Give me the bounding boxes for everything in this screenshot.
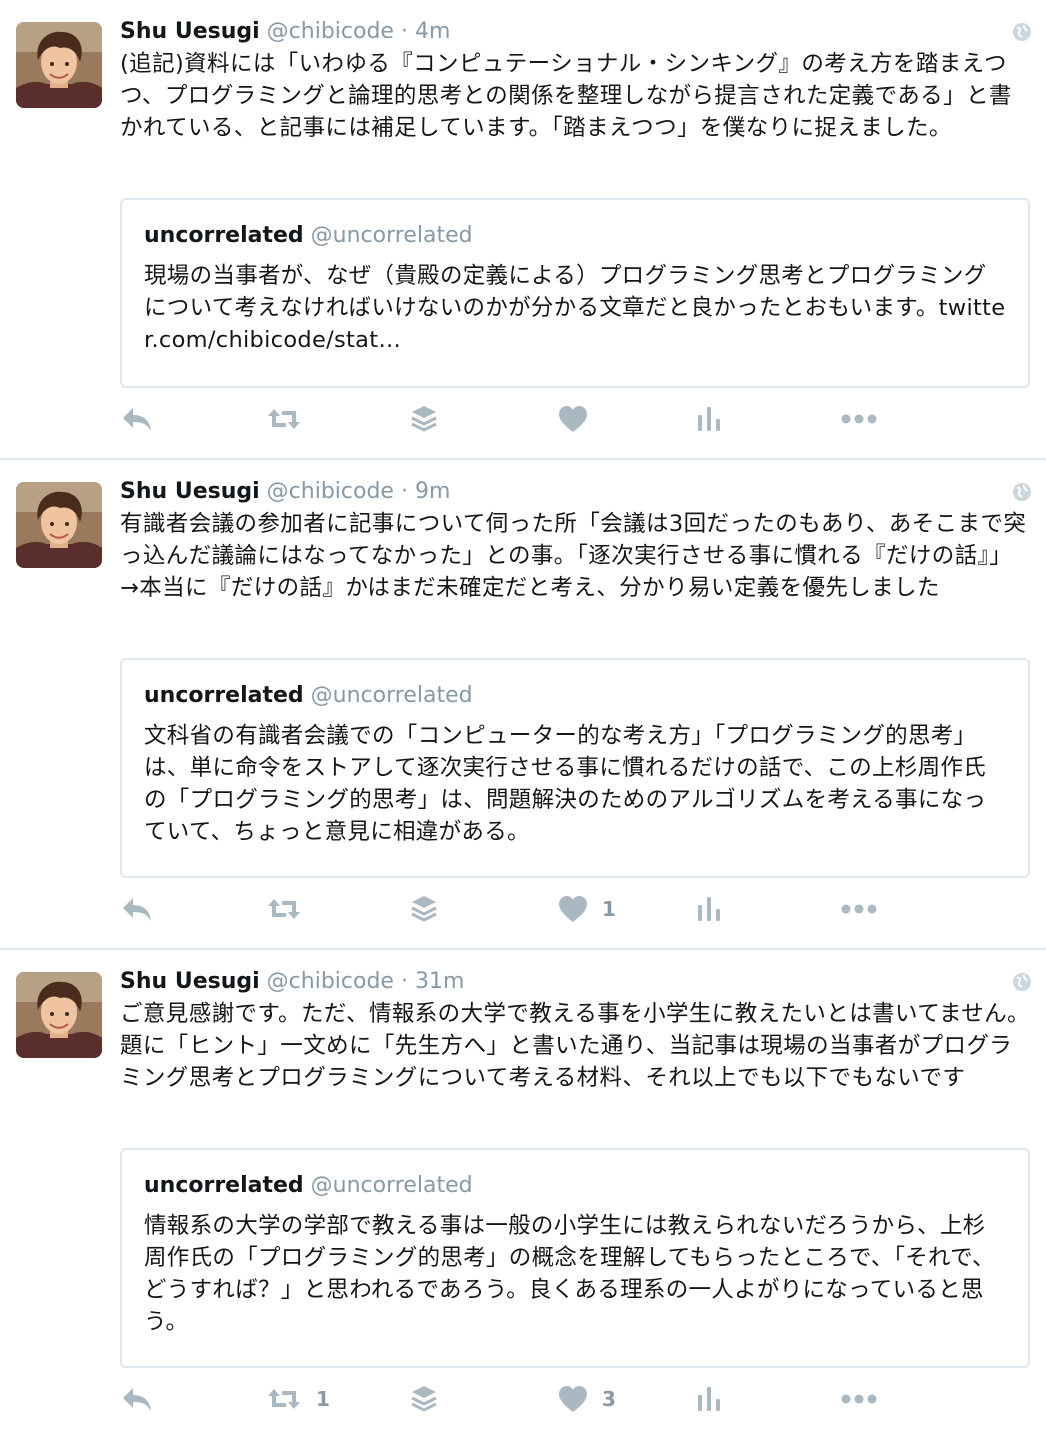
quoted-author-handle: @uncorrelated: [310, 1173, 473, 1198]
reply-button[interactable]: [120, 889, 154, 929]
tweet-actions: 13: [120, 1379, 1000, 1419]
author-name[interactable]: Shu Uesugi: [120, 969, 260, 994]
stack-icon: [410, 1384, 438, 1414]
quoted-author-handle: @uncorrelated: [310, 223, 473, 248]
quoted-tweet-header: uncorrelated @uncorrelated: [144, 220, 473, 252]
analytics-button[interactable]: [696, 399, 722, 439]
like-count: 1: [602, 897, 616, 921]
avatar-photo: [16, 22, 102, 108]
tweet-text: ご意見感謝です。ただ、情報系の大学で教える事を小学生に教えたいとは書いてません。…: [120, 1001, 1030, 1091]
tweet-header: Shu Uesugi @chibicode · 9m: [120, 476, 450, 508]
reply-button[interactable]: [120, 1379, 154, 1419]
timestamp[interactable]: 9m: [415, 479, 450, 504]
globe-icon: [1012, 482, 1032, 502]
more-icon: [840, 903, 878, 915]
retweet-button[interactable]: [266, 399, 316, 439]
analytics-icon: [696, 405, 722, 433]
avatar[interactable]: [16, 22, 102, 108]
reply-icon: [120, 895, 154, 923]
separator-dot: ·: [400, 19, 408, 44]
reply-button[interactable]: [120, 399, 154, 439]
quoted-author-name: uncorrelated: [144, 1173, 304, 1198]
analytics-button[interactable]: [696, 1379, 722, 1419]
author-name[interactable]: Shu Uesugi: [120, 479, 260, 504]
avatar-photo: [16, 482, 102, 568]
separator-dot: ·: [400, 969, 408, 994]
like-button[interactable]: [558, 399, 602, 439]
analytics-icon: [696, 1385, 722, 1413]
quoted-tweet[interactable]: uncorrelated @uncorrelated 現場の当事者が、なぜ（貴殿の…: [120, 198, 1030, 388]
quoted-author-name: uncorrelated: [144, 223, 304, 248]
quoted-tweet-header: uncorrelated @uncorrelated: [144, 680, 473, 712]
heart-icon: [558, 895, 588, 923]
stack-button[interactable]: [410, 399, 438, 439]
more-button[interactable]: [840, 399, 878, 439]
stack-button[interactable]: [410, 889, 438, 929]
reply-icon: [120, 405, 154, 433]
quoted-tweet-text: 文科省の有識者会議での「コンピューター的な考え方」「プログラミング的思考」は、単…: [144, 723, 987, 845]
heart-icon: [558, 405, 588, 433]
tweet-text: (追記)資料には「いわゆる『コンピュテーショナル・シンキング』の考え方を踏まえつ…: [120, 51, 1012, 141]
like-button[interactable]: 1: [558, 889, 616, 929]
more-button[interactable]: [840, 889, 878, 929]
quoted-author-handle: @uncorrelated: [310, 683, 473, 708]
author-handle[interactable]: @chibicode: [267, 969, 394, 994]
quoted-tweet-header: uncorrelated @uncorrelated: [144, 1170, 473, 1202]
avatar[interactable]: [16, 972, 102, 1058]
retweet-count: 1: [316, 1387, 330, 1411]
more-icon: [840, 1393, 878, 1405]
tweet[interactable]: Shu Uesugi @chibicode · 4m (追記)資料には「いわゆる『…: [0, 0, 1046, 460]
avatar-photo: [16, 972, 102, 1058]
retweet-icon: [266, 896, 302, 922]
more-icon: [840, 413, 878, 425]
reply-icon: [120, 1385, 154, 1413]
stack-icon: [410, 894, 438, 924]
tweet-header: Shu Uesugi @chibicode · 4m: [120, 16, 450, 48]
avatar[interactable]: [16, 482, 102, 568]
author-handle[interactable]: @chibicode: [267, 19, 394, 44]
quoted-tweet-text: 情報系の大学の学部で教える事は一般の小学生には教えられないだろうから、上杉周作氏…: [144, 1213, 995, 1335]
tweet[interactable]: Shu Uesugi @chibicode · 31m ご意見感謝です。ただ、情報…: [0, 950, 1046, 1434]
globe-icon: [1012, 972, 1032, 992]
retweet-icon: [266, 406, 302, 432]
timestamp[interactable]: 4m: [415, 19, 450, 44]
stack-icon: [410, 404, 438, 434]
more-button[interactable]: [840, 1379, 878, 1419]
globe-icon: [1012, 22, 1032, 42]
tweet-actions: 1: [120, 889, 1000, 929]
quoted-tweet[interactable]: uncorrelated @uncorrelated 文科省の有識者会議での「コン…: [120, 658, 1030, 878]
timestamp[interactable]: 31m: [415, 969, 464, 994]
analytics-button[interactable]: [696, 889, 722, 929]
retweet-icon: [266, 1386, 302, 1412]
tweet-text: 有識者会議の参加者に記事について伺った所「会議は3回だったのもあり、あそこまで突…: [120, 511, 1027, 601]
heart-icon: [558, 1385, 588, 1413]
retweet-button[interactable]: [266, 889, 316, 929]
timeline: Shu Uesugi @chibicode · 4m (追記)資料には「いわゆる『…: [0, 0, 1046, 1434]
tweet[interactable]: Shu Uesugi @chibicode · 9m 有識者会議の参加者に記事につ…: [0, 460, 1046, 950]
like-count: 3: [602, 1387, 616, 1411]
quoted-author-name: uncorrelated: [144, 683, 304, 708]
like-button[interactable]: 3: [558, 1379, 616, 1419]
analytics-icon: [696, 895, 722, 923]
quoted-tweet[interactable]: uncorrelated @uncorrelated 情報系の大学の学部で教える事…: [120, 1148, 1030, 1368]
tweet-actions: [120, 399, 1000, 439]
author-handle[interactable]: @chibicode: [267, 479, 394, 504]
separator-dot: ·: [400, 479, 408, 504]
tweet-header: Shu Uesugi @chibicode · 31m: [120, 966, 464, 998]
retweet-button[interactable]: 1: [266, 1379, 330, 1419]
stack-button[interactable]: [410, 1379, 438, 1419]
author-name[interactable]: Shu Uesugi: [120, 19, 260, 44]
quoted-tweet-text: 現場の当事者が、なぜ（貴殿の定義による）プログラミング思考とプログラミングについ…: [144, 263, 1006, 353]
